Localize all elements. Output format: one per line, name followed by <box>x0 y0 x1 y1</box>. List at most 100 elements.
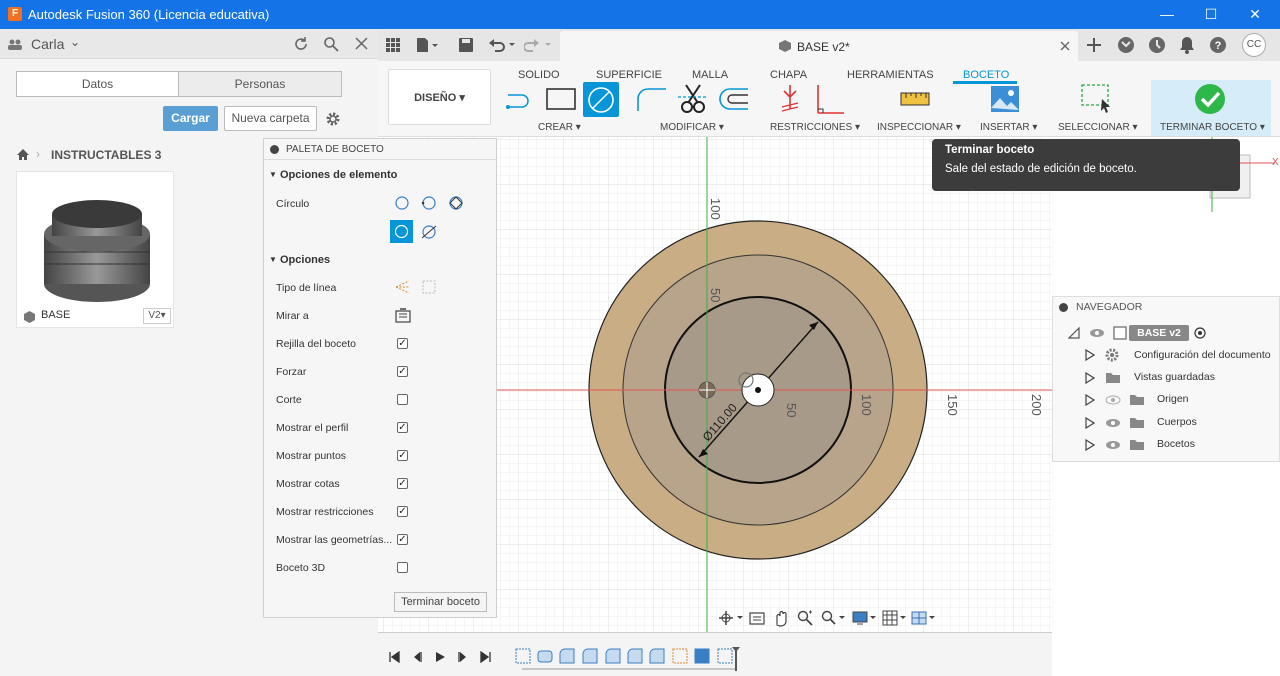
workspace-selector[interactable]: DISEÑO ▾ <box>388 69 491 125</box>
center-point[interactable] <box>755 387 761 393</box>
pan-hand-icon[interactable] <box>773 609 789 627</box>
expand-triangle-icon[interactable] <box>1085 439 1095 451</box>
show-profile-checkbox[interactable]: ✓ <box>397 422 408 433</box>
user-menu[interactable]: Carla <box>31 36 64 52</box>
refresh-icon[interactable] <box>293 36 309 52</box>
notifications-icon[interactable] <box>1179 36 1195 54</box>
tab-datos[interactable]: Datos <box>16 71 179 97</box>
viewports-icon[interactable] <box>911 610 937 626</box>
collapse-navigator-icon[interactable] <box>1059 303 1068 312</box>
sketch-grid-checkbox[interactable]: ✓ <box>397 338 408 349</box>
modify-group-label[interactable]: MODIFICAR ▾ <box>660 122 724 133</box>
look-at-icon[interactable] <box>749 610 765 626</box>
go-to-end-icon[interactable] <box>480 651 492 663</box>
tab-superficie[interactable]: SUPERFICIE <box>596 69 662 81</box>
home-icon[interactable] <box>16 148 30 161</box>
show-constraints-checkbox[interactable]: ✓ <box>397 506 408 517</box>
navigator-item-document-settings[interactable]: Configuración del documento <box>1134 349 1271 369</box>
expand-triangle-icon[interactable] <box>1085 417 1095 429</box>
show-points-checkbox[interactable]: ✓ <box>397 450 408 461</box>
tab-chapa[interactable]: CHAPA <box>770 69 807 81</box>
save-icon[interactable] <box>458 37 474 53</box>
visibility-eye-icon[interactable] <box>1105 440 1121 450</box>
expand-triangle-icon[interactable] <box>1085 349 1095 361</box>
job-status-icon[interactable] <box>1148 36 1166 54</box>
search-icon[interactable] <box>323 36 339 52</box>
fit-zoom-icon[interactable] <box>821 610 847 626</box>
close-window-button[interactable]: ✕ <box>1240 4 1270 24</box>
upload-button[interactable]: Cargar <box>163 106 218 131</box>
circle-type-selected-button[interactable] <box>390 220 413 243</box>
construction-line-icon[interactable] <box>395 280 411 294</box>
step-forward-icon[interactable] <box>457 651 469 663</box>
new-tab-icon[interactable] <box>1086 37 1102 53</box>
offset-tool-icon[interactable] <box>716 85 750 115</box>
maximize-button[interactable]: ☐ <box>1196 4 1226 24</box>
select-window-icon[interactable] <box>1080 83 1114 115</box>
orbit-icon[interactable] <box>718 610 744 626</box>
document-tab[interactable]: BASE v2* <box>560 31 1078 61</box>
insert-group-label[interactable]: INSERTAR ▾ <box>980 122 1037 133</box>
select-group-label[interactable]: SELECCIONAR ▾ <box>1058 122 1137 133</box>
navigator-root[interactable]: BASE v2 <box>1129 325 1189 341</box>
insert-image-icon[interactable] <box>990 84 1020 114</box>
expand-triangle-icon[interactable] <box>1085 372 1095 384</box>
arc-tool-icon[interactable] <box>634 85 670 115</box>
tab-personas[interactable]: Personas <box>178 71 342 97</box>
close-tab-icon[interactable] <box>1060 41 1070 51</box>
gear-icon[interactable] <box>325 111 341 127</box>
close-panel-icon[interactable] <box>355 37 368 50</box>
three-tangent-circle-icon[interactable] <box>421 224 437 240</box>
play-icon[interactable] <box>434 651 446 663</box>
three-point-circle-icon[interactable] <box>448 195 464 211</box>
hidden-eye-icon[interactable] <box>1105 395 1121 405</box>
go-to-start-icon[interactable] <box>388 651 400 663</box>
3d-sketch-checkbox[interactable] <box>397 562 408 573</box>
minimize-button[interactable]: — <box>1152 4 1182 24</box>
rectangle-tool-icon[interactable] <box>544 85 578 115</box>
trim-tool-icon[interactable] <box>678 83 708 115</box>
visibility-eye-icon[interactable] <box>1105 418 1121 428</box>
two-point-circle-icon[interactable] <box>422 196 436 210</box>
finish-sketch-check-icon[interactable] <box>1194 83 1226 115</box>
navigator-item-saved-views[interactable]: Vistas guardadas <box>1134 371 1215 391</box>
centerline-icon[interactable] <box>422 280 436 294</box>
chevron-down-icon[interactable]: ⌄ <box>70 35 80 49</box>
help-icon[interactable]: ? <box>1209 36 1227 54</box>
slice-checkbox[interactable] <box>397 394 408 405</box>
options-heading[interactable]: Opciones <box>280 254 330 266</box>
navigator-item-origin[interactable]: Origen <box>1157 393 1189 413</box>
tab-herramientas[interactable]: HERRAMIENTAS <box>847 69 934 81</box>
new-folder-button[interactable]: Nueva carpeta <box>224 106 317 131</box>
grid-settings-icon[interactable] <box>882 610 908 626</box>
tab-solido[interactable]: SOLIDO <box>518 69 560 81</box>
expanded-triangle-icon[interactable] <box>1068 327 1080 339</box>
avatar[interactable]: CC <box>1242 33 1266 57</box>
timeline-features[interactable] <box>514 647 740 673</box>
undo-icon[interactable] <box>488 37 516 53</box>
expand-triangle-icon[interactable] <box>1085 394 1095 406</box>
look-at-icon[interactable] <box>395 308 411 323</box>
perpendicular-constraint-icon[interactable] <box>814 83 846 115</box>
collapse-palette-icon[interactable] <box>270 145 279 154</box>
finish-sketch-group-label[interactable]: TERMINAR BOCETO ▾ <box>1160 122 1265 133</box>
snap-checkbox[interactable]: ✓ <box>397 366 408 377</box>
grid-menu-icon[interactable] <box>386 38 400 52</box>
extensions-icon[interactable] <box>1117 36 1135 54</box>
activate-radio-icon[interactable] <box>1194 327 1206 339</box>
redo-icon[interactable] <box>524 37 552 53</box>
display-settings-icon[interactable] <box>852 610 878 626</box>
show-dimensions-checkbox[interactable]: ✓ <box>397 478 408 489</box>
element-options-heading[interactable]: Opciones de elemento <box>280 169 397 181</box>
create-group-label[interactable]: CREAR ▾ <box>538 122 581 133</box>
inspect-group-label[interactable]: INSPECCIONAR ▾ <box>877 122 961 133</box>
navigator-item-sketches[interactable]: Bocetos <box>1157 438 1195 458</box>
tab-boceto[interactable]: BOCETO <box>963 69 1009 81</box>
navigator-item-bodies[interactable]: Cuerpos <box>1157 416 1197 436</box>
visibility-eye-icon[interactable] <box>1089 328 1105 338</box>
triangle-down-icon[interactable]: ▼ <box>269 170 277 179</box>
show-projected-geometries-checkbox[interactable]: ✓ <box>397 534 408 545</box>
line-tool-icon[interactable] <box>504 85 540 115</box>
finish-sketch-button[interactable]: Terminar boceto <box>394 592 487 612</box>
circle-tool-button[interactable] <box>583 82 619 117</box>
